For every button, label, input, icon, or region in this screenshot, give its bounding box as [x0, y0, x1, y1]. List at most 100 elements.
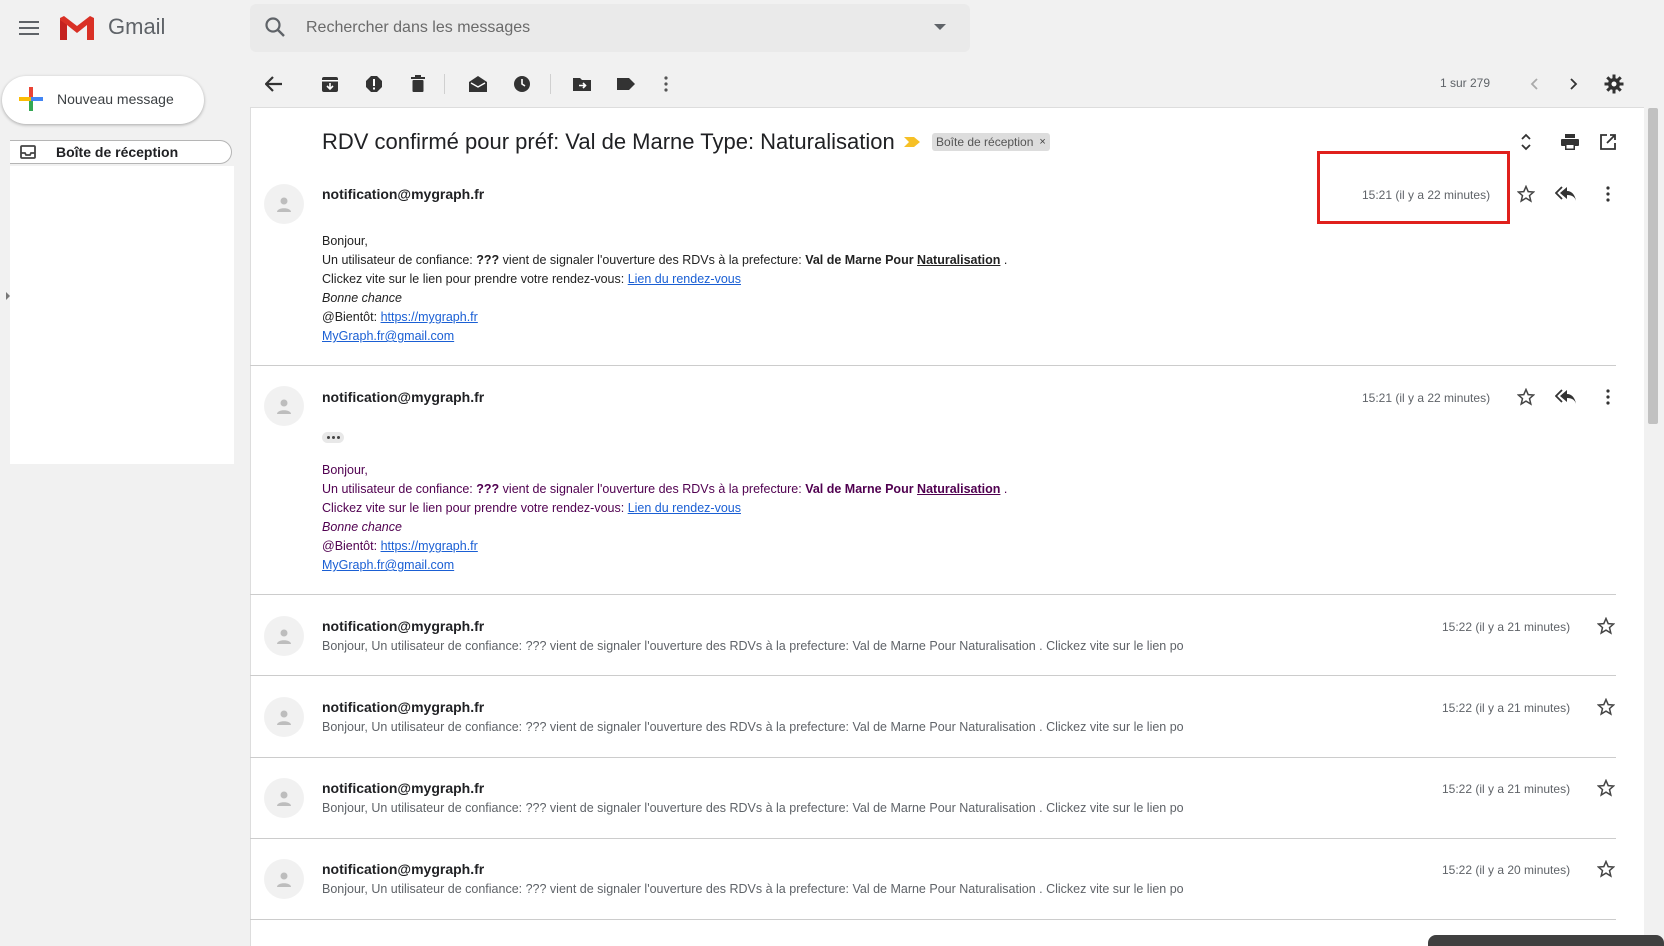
open-in-new-window-button[interactable] [1596, 130, 1620, 154]
star-outline-icon [1597, 779, 1615, 797]
greeting: Bonjour, [322, 463, 368, 477]
hamburger-menu-icon [19, 21, 39, 35]
gmail-m-logo-icon [60, 16, 94, 40]
email-link[interactable]: MyGraph.fr@gmail.com [322, 558, 454, 572]
website-link[interactable]: https://mygraph.fr [381, 310, 478, 324]
delete-icon [411, 75, 425, 92]
message-sender[interactable]: notification@mygraph.fr [322, 780, 484, 796]
star-button[interactable] [1514, 385, 1538, 409]
app-title[interactable]: Gmail [108, 14, 165, 40]
appointment-link[interactable]: Lien du rendez-vous [628, 501, 741, 515]
gmail-logo[interactable] [58, 14, 96, 42]
sender-avatar[interactable] [264, 859, 304, 899]
person-icon [277, 791, 291, 806]
star-button[interactable] [1594, 857, 1618, 881]
mark-unread-icon [469, 76, 487, 92]
body-line: @Bientôt: https://mygraph.fr [322, 537, 1422, 556]
website-link[interactable]: https://mygraph.fr [381, 539, 478, 553]
report-spam-button[interactable] [362, 72, 386, 96]
search-icon[interactable] [264, 16, 286, 38]
body-line: MyGraph.fr@gmail.com [322, 327, 1422, 346]
search-options-caret-icon[interactable] [934, 24, 946, 32]
message-more-button[interactable] [1596, 182, 1620, 206]
more-vertical-icon [1606, 186, 1610, 202]
body-line: Un utilisateur de confiance: ??? vient d… [322, 480, 1422, 499]
message-body: Bonjour, Un utilisateur de confiance: ??… [322, 232, 1422, 346]
star-outline-icon [1597, 617, 1615, 635]
compose-button[interactable]: Nouveau message [2, 76, 204, 124]
text: . [1000, 253, 1008, 267]
appointment-link[interactable]: Lien du rendez-vous [628, 272, 741, 286]
message-sender[interactable]: notification@mygraph.fr [322, 186, 484, 202]
chat-panel-tab[interactable] [1428, 935, 1664, 946]
chevron-left-icon [1530, 78, 1538, 90]
expand-collapse-icon [1521, 133, 1531, 151]
text: Val de Marne Pour [805, 253, 918, 267]
message-body: Bonjour, Un utilisateur de confiance: ??… [322, 461, 1422, 575]
message-sender[interactable]: notification@mygraph.fr [322, 699, 484, 715]
reply-all-button[interactable] [1554, 385, 1578, 409]
archive-icon [322, 77, 338, 92]
sidebar-item-inbox[interactable]: Boîte de réception [10, 140, 232, 164]
sender-avatar[interactable] [264, 778, 304, 818]
email-link[interactable]: MyGraph.fr@gmail.com [322, 329, 454, 343]
inbox-label-chip: Boîte de réception × [932, 133, 1050, 151]
reply-all-button[interactable] [1554, 182, 1578, 206]
message-divider [250, 919, 1616, 920]
sender-avatar[interactable] [264, 184, 304, 224]
message-sender[interactable]: notification@mygraph.fr [322, 389, 484, 405]
message-snippet[interactable]: Bonjour, Un utilisateur de confiance: ??… [322, 882, 1184, 896]
procedure-type: Naturalisation [917, 253, 1001, 267]
body-line: @Bientôt: https://mygraph.fr [322, 308, 1422, 327]
print-icon [1561, 134, 1579, 150]
older-button[interactable] [1562, 72, 1586, 96]
message-snippet[interactable]: Bonjour, Un utilisateur de confiance: ??… [322, 801, 1184, 815]
message-divider [250, 757, 1616, 758]
text: vient de signaler l'ouverture des RDVs à… [499, 482, 806, 496]
expand-all-button[interactable] [1514, 130, 1538, 154]
delete-button[interactable] [406, 72, 430, 96]
sidebar-item-label: Boîte de réception [56, 144, 179, 160]
label-tag-icon [617, 78, 635, 90]
sender-avatar[interactable] [264, 697, 304, 737]
mark-unread-button[interactable] [466, 72, 490, 96]
search-input[interactable] [306, 14, 906, 42]
back-arrow-icon [265, 76, 282, 92]
show-trimmed-content-button[interactable] [322, 432, 344, 443]
sender-avatar[interactable] [264, 616, 304, 656]
star-outline-icon [1597, 698, 1615, 716]
remove-label-close-icon[interactable]: × [1039, 136, 1045, 148]
message-timestamp: 15:22 (il y a 21 minutes) [1442, 701, 1571, 715]
archive-button[interactable] [318, 72, 342, 96]
back-button[interactable] [262, 72, 286, 96]
inbox-icon [20, 145, 36, 159]
star-button[interactable] [1594, 695, 1618, 719]
move-to-folder-icon [573, 78, 591, 91]
snooze-button[interactable] [510, 72, 534, 96]
message-sender[interactable]: notification@mygraph.fr [322, 618, 484, 634]
expand-panel-arrow-icon[interactable] [6, 292, 10, 300]
star-button[interactable] [1594, 776, 1618, 800]
scrollbar-thumb[interactable] [1648, 108, 1658, 424]
print-button[interactable] [1558, 130, 1582, 154]
message-more-button[interactable] [1596, 385, 1620, 409]
text: Un utilisateur de confiance: [322, 482, 477, 496]
main-menu-button[interactable] [14, 16, 44, 40]
sender-avatar[interactable] [264, 386, 304, 426]
star-outline-icon [1597, 860, 1615, 878]
message-divider [250, 675, 1616, 676]
star-button[interactable] [1514, 182, 1538, 206]
message-divider [250, 365, 1616, 366]
star-button[interactable] [1594, 614, 1618, 638]
label-button[interactable] [614, 72, 638, 96]
move-to-button[interactable] [570, 72, 594, 96]
settings-gear-icon [1604, 74, 1624, 94]
importance-marker-icon[interactable] [904, 137, 920, 147]
settings-button[interactable] [1602, 72, 1626, 96]
message-snippet[interactable]: Bonjour, Un utilisateur de confiance: ??… [322, 639, 1184, 653]
message-sender[interactable]: notification@mygraph.fr [322, 861, 484, 877]
newer-button[interactable] [1522, 72, 1546, 96]
message-snippet[interactable]: Bonjour, Un utilisateur de confiance: ??… [322, 720, 1184, 734]
compose-plus-icon [18, 86, 44, 112]
more-actions-button[interactable] [654, 72, 678, 96]
